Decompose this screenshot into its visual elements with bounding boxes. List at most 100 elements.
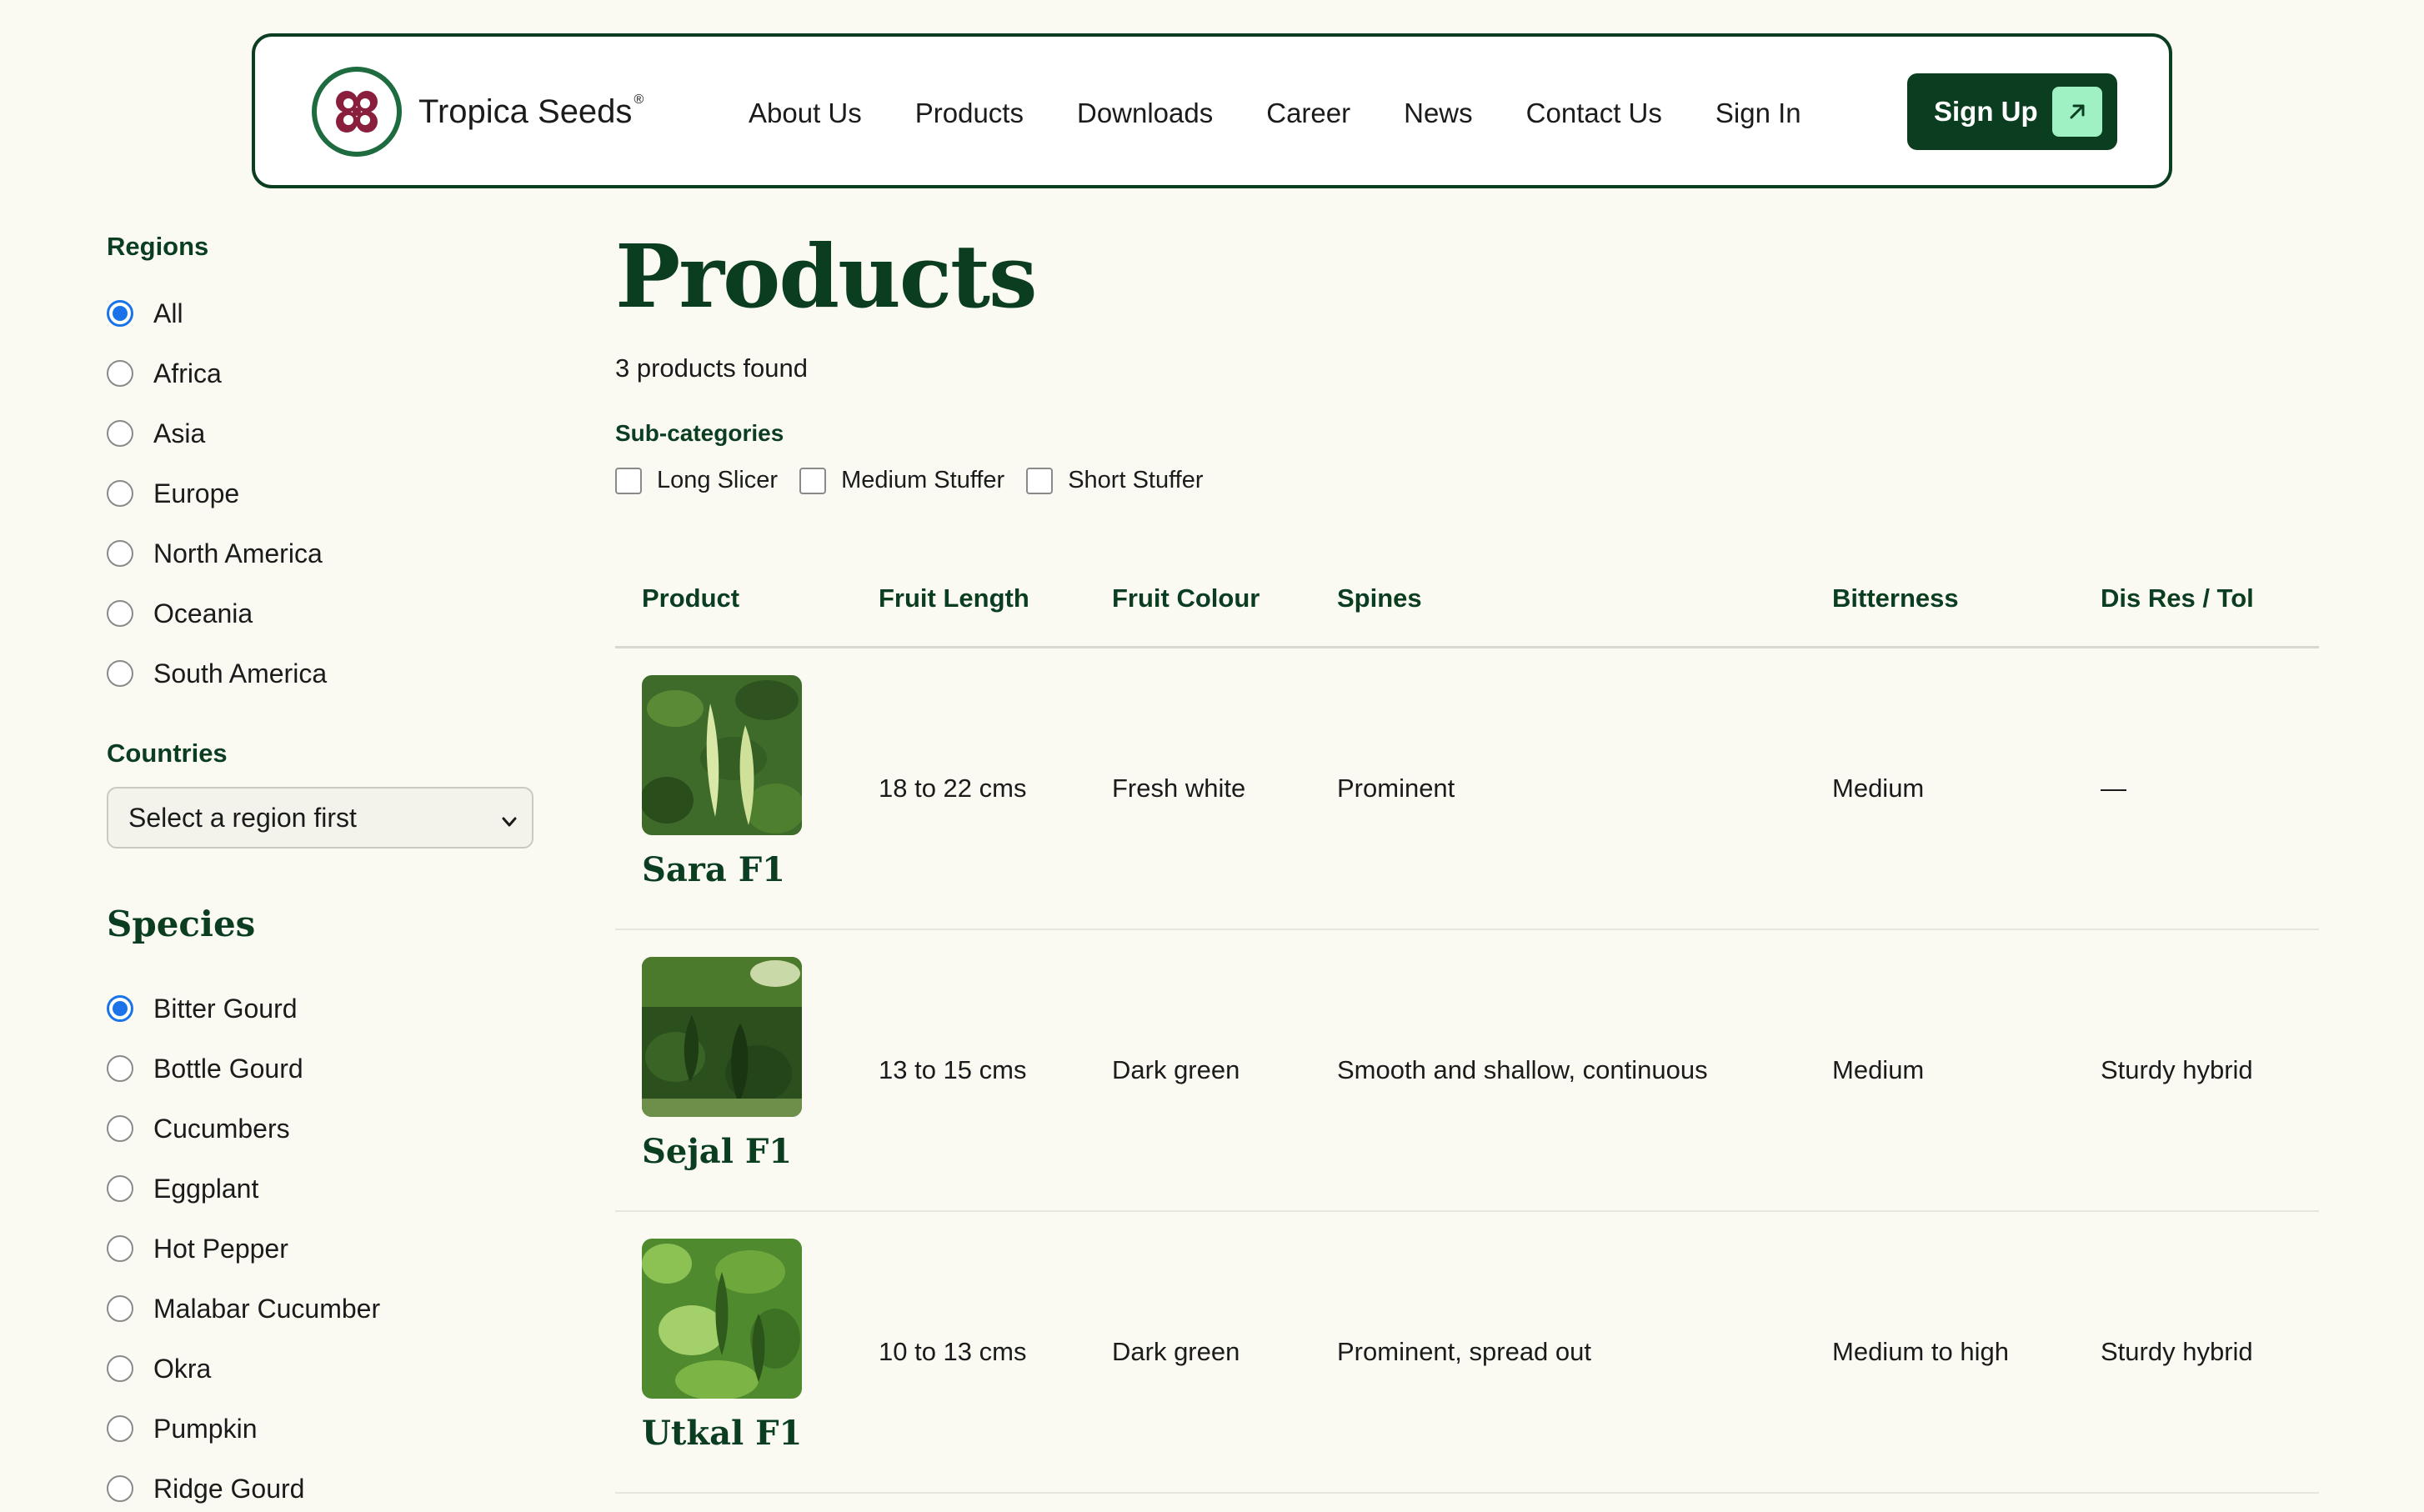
region-label: Africa: [153, 358, 222, 388]
table-row[interactable]: Utkal F1 10 to 13 cms Dark green Promine…: [615, 1212, 2319, 1494]
species-label: Bottle Gourd: [153, 1053, 303, 1084]
trademark-symbol: ®: [634, 93, 644, 108]
country-select[interactable]: Select a region first: [107, 787, 533, 849]
radio-button[interactable]: [107, 360, 133, 387]
brand-name: Tropica Seeds ®: [418, 93, 644, 130]
region-option-south-america[interactable]: South America: [107, 657, 327, 690]
radio-button[interactable]: [107, 660, 133, 687]
subcategory-filters: Long Slicer Medium Stuffer Short Stuffer: [615, 467, 1225, 494]
nav-career[interactable]: Career: [1266, 97, 1350, 130]
regions-heading: Regions: [107, 232, 209, 261]
product-name[interactable]: Sejal F1: [642, 1132, 792, 1171]
radio-button[interactable]: [107, 1355, 133, 1382]
species-option-cucumbers[interactable]: Cucumbers: [107, 1112, 290, 1145]
product-name[interactable]: Utkal F1: [642, 1414, 802, 1453]
column-header-fruit-colour: Fruit Colour: [1112, 583, 1260, 613]
cell-dis-res-tol: Sturdy hybrid: [2101, 1337, 2253, 1366]
species-option-okra[interactable]: Okra: [107, 1352, 211, 1385]
nav-about-us[interactable]: About Us: [749, 97, 862, 130]
subcategories-heading: Sub-categories: [615, 420, 784, 446]
species-option-hot-pepper[interactable]: Hot Pepper: [107, 1232, 288, 1265]
table-row[interactable]: Sara F1 18 to 22 cms Fresh white Promine…: [615, 648, 2319, 930]
radio-button[interactable]: [107, 1175, 133, 1202]
cell-fruit-length: 13 to 15 cms: [879, 1055, 1027, 1084]
cell-spines: Smooth and shallow, continuous: [1337, 1055, 1708, 1084]
region-option-oceania[interactable]: Oceania: [107, 597, 253, 630]
species-label: Ridge Gourd: [153, 1473, 305, 1504]
cell-fruit-length: 10 to 13 cms: [879, 1337, 1027, 1366]
cell-spines: Prominent: [1337, 774, 1455, 803]
arrow-up-right-icon: [2052, 87, 2102, 137]
nav-products[interactable]: Products: [915, 97, 1024, 130]
region-option-africa[interactable]: Africa: [107, 357, 222, 390]
region-option-asia[interactable]: Asia: [107, 417, 205, 450]
cell-fruit-colour: Dark green: [1112, 1337, 1240, 1366]
region-label: South America: [153, 658, 328, 688]
species-heading: Species: [107, 904, 256, 944]
subcategory-label: Long Slicer: [657, 467, 779, 493]
subcategory-long-slicer[interactable]: Long Slicer: [615, 467, 778, 494]
region-option-europe[interactable]: Europe: [107, 477, 239, 510]
radio-button[interactable]: [107, 540, 133, 567]
radio-button[interactable]: [107, 1475, 133, 1502]
logo[interactable]: Tropica Seeds ®: [312, 67, 644, 157]
cell-fruit-colour: Fresh white: [1112, 774, 1246, 803]
subcategory-short-stuffer[interactable]: Short Stuffer: [1026, 467, 1203, 494]
page-title: Products: [615, 225, 1038, 328]
column-header-fruit-length: Fruit Length: [879, 583, 1029, 613]
subcategory-label: Medium Stuffer: [841, 467, 1005, 493]
sign-up-label: Sign Up: [1934, 96, 2038, 127]
radio-button[interactable]: [107, 1235, 133, 1262]
nav-contact-us[interactable]: Contact Us: [1526, 97, 1662, 130]
cell-spines: Prominent, spread out: [1337, 1337, 1592, 1366]
product-image[interactable]: [642, 1239, 802, 1399]
radio-button[interactable]: [107, 995, 133, 1022]
column-header-dis-res-tol: Dis Res / Tol: [2101, 583, 2254, 613]
species-option-malabar-cucumber[interactable]: Malabar Cucumber: [107, 1292, 380, 1325]
subcategory-medium-stuffer[interactable]: Medium Stuffer: [799, 467, 1004, 494]
product-name[interactable]: Sara F1: [642, 850, 785, 889]
site-header: Tropica Seeds ® About Us Products Downloa…: [252, 33, 2172, 188]
species-option-bottle-gourd[interactable]: Bottle Gourd: [107, 1052, 303, 1085]
column-header-product: Product: [642, 583, 740, 613]
nav-downloads[interactable]: Downloads: [1077, 97, 1213, 130]
product-image[interactable]: [642, 675, 802, 835]
region-option-all[interactable]: All: [107, 297, 183, 330]
cell-fruit-length: 18 to 22 cms: [879, 774, 1027, 803]
table-header: Product Fruit Length Fruit Colour Spines…: [615, 575, 2319, 648]
cell-dis-res-tol: Sturdy hybrid: [2101, 1055, 2253, 1084]
column-header-spines: Spines: [1337, 583, 1422, 613]
radio-button[interactable]: [107, 1055, 133, 1082]
table-row[interactable]: Sejal F1 13 to 15 cms Dark green Smooth …: [615, 930, 2319, 1212]
country-select-value: Select a region first: [128, 802, 357, 833]
species-label: Okra: [153, 1353, 212, 1384]
checkbox[interactable]: [1026, 467, 1054, 494]
nav-sign-in[interactable]: Sign In: [1715, 97, 1801, 130]
species-label: Bitter Gourd: [153, 993, 298, 1024]
region-option-north-america[interactable]: North America: [107, 537, 323, 570]
species-option-ridge-gourd[interactable]: Ridge Gourd: [107, 1472, 304, 1505]
region-label: North America: [153, 538, 323, 568]
cell-fruit-colour: Dark green: [1112, 1055, 1240, 1084]
species-option-bitter-gourd[interactable]: Bitter Gourd: [107, 992, 298, 1025]
product-image[interactable]: [642, 957, 802, 1117]
clover-logo-icon: [312, 67, 402, 157]
radio-button[interactable]: [107, 600, 133, 627]
species-option-eggplant[interactable]: Eggplant: [107, 1172, 258, 1205]
radio-button[interactable]: [107, 480, 133, 507]
radio-button[interactable]: [107, 1115, 133, 1142]
checkbox[interactable]: [615, 467, 642, 494]
main-nav: About Us Products Downloads Career News …: [749, 97, 1801, 130]
checkbox[interactable]: [799, 467, 827, 494]
subcategory-label: Short Stuffer: [1068, 467, 1204, 493]
species-label: Pumpkin: [153, 1413, 258, 1444]
species-label: Eggplant: [153, 1173, 259, 1204]
results-count: 3 products found: [615, 353, 808, 383]
radio-button[interactable]: [107, 420, 133, 447]
nav-news[interactable]: News: [1404, 97, 1473, 130]
radio-button[interactable]: [107, 1295, 133, 1322]
radio-button[interactable]: [107, 1415, 133, 1442]
sign-up-button[interactable]: Sign Up: [1907, 73, 2117, 150]
species-option-pumpkin[interactable]: Pumpkin: [107, 1412, 258, 1445]
radio-button[interactable]: [107, 300, 133, 327]
